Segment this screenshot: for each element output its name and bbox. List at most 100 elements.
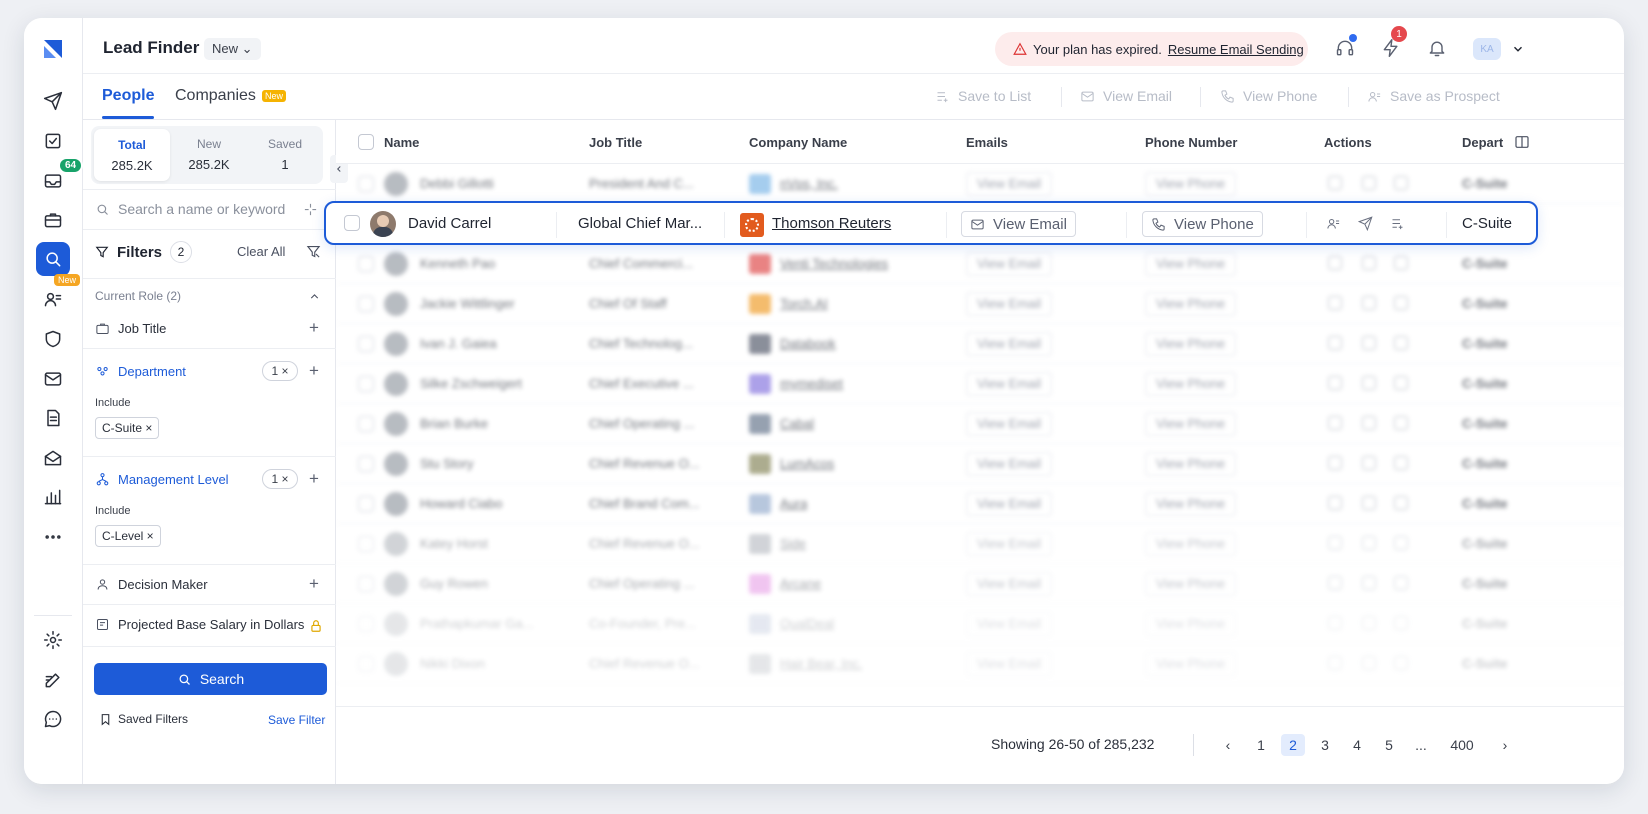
send-icon[interactable] (1362, 456, 1376, 470)
page-400[interactable]: 400 (1447, 734, 1477, 756)
col-name[interactable]: Name (384, 135, 419, 150)
edit-note-icon[interactable] (36, 663, 70, 697)
view-email-button[interactable]: View Email (966, 652, 1053, 676)
company-name-link[interactable]: Torch.AI (780, 296, 828, 311)
col-department[interactable]: Depart (1462, 135, 1503, 150)
mail-icon[interactable] (36, 362, 70, 396)
col-company[interactable]: Company Name (749, 135, 847, 150)
person-name[interactable]: Kenneth Pao (420, 256, 570, 271)
management-chip[interactable]: C-Level × (95, 525, 161, 547)
table-row[interactable]: Jackie Wittlinger Chief Of Staff Torch.AI V… (336, 284, 1624, 324)
segment-saved[interactable]: Saved 1 (247, 126, 323, 184)
company-name-link[interactable]: Aura (780, 496, 807, 511)
save-prospect-icon[interactable] (1328, 536, 1342, 550)
view-phone-button[interactable]: View Phone (1145, 412, 1237, 436)
col-actions[interactable]: Actions (1324, 135, 1372, 150)
ai-sparkle-icon[interactable] (303, 202, 318, 217)
view-email-button[interactable]: View Email (966, 532, 1053, 556)
view-email-button[interactable]: View Email (966, 252, 1053, 276)
table-row[interactable]: Ivan J. Gaiea Chief Technolog... Databook V… (336, 324, 1624, 364)
save-prospect-icon[interactable] (1328, 456, 1342, 470)
add-to-list-icon[interactable] (1394, 456, 1408, 470)
person-name[interactable]: Debbi Gillotti (420, 176, 570, 191)
company-name-link[interactable]: Venti Technologies (780, 256, 888, 271)
salary-filter[interactable]: Projected Base Salary in Dollars (95, 617, 304, 632)
view-phone-button[interactable]: View Phone (1145, 332, 1237, 356)
person-name[interactable]: Ivan J. Gaiea (420, 336, 570, 351)
bell-icon[interactable] (1427, 38, 1449, 60)
saved-filters-button[interactable]: Saved Filters (99, 712, 188, 726)
management-count-pill[interactable]: 1 × (262, 469, 298, 489)
save-as-prospect-button[interactable]: Save as Prospect (1367, 88, 1500, 104)
row-checkbox[interactable] (358, 336, 374, 352)
company-name-link[interactable]: Databook (780, 336, 836, 351)
clear-all-button[interactable]: Clear All (237, 244, 285, 259)
view-phone-toolbar-button[interactable]: View Phone (1220, 88, 1317, 104)
send-icon[interactable] (1362, 616, 1376, 630)
add-to-list-icon[interactable] (1394, 336, 1408, 350)
person-name[interactable]: Jackie Wittlinger (420, 296, 570, 311)
row-checkbox[interactable] (358, 616, 374, 632)
view-phone-button[interactable]: View Phone (1145, 532, 1237, 556)
page-3[interactable]: 3 (1313, 734, 1337, 756)
search-nav-icon[interactable] (36, 242, 70, 276)
row-checkbox[interactable] (358, 416, 374, 432)
row-checkbox[interactable] (358, 496, 374, 512)
resume-email-link[interactable]: Resume Email Sending (1168, 42, 1304, 57)
task-check-icon[interactable] (36, 124, 70, 158)
save-prospect-icon[interactable] (1328, 296, 1342, 310)
headset-icon[interactable] (1335, 34, 1357, 60)
row-checkbox[interactable] (358, 576, 374, 592)
company-name-link[interactable]: Side (780, 536, 806, 551)
save-prospect-icon[interactable] (1328, 576, 1342, 590)
row-checkbox[interactable] (344, 215, 360, 231)
save-prospect-icon[interactable] (1326, 216, 1341, 236)
page-1[interactable]: 1 (1249, 734, 1273, 756)
view-phone-button[interactable]: View Phone (1145, 492, 1237, 516)
inbox-icon[interactable]: 64 (36, 157, 84, 198)
table-row[interactable]: Prathapkumar Ga... Co-Founder, Pre... Qual… (336, 604, 1624, 644)
view-phone-button[interactable]: View Phone (1145, 292, 1237, 316)
segment-total[interactable]: Total 285.2K (94, 129, 170, 181)
page-4[interactable]: 4 (1345, 734, 1369, 756)
shield-icon[interactable] (36, 322, 70, 356)
briefcase-icon[interactable] (36, 203, 70, 237)
save-prospect-icon[interactable] (1328, 176, 1342, 190)
person-name[interactable]: Prathapkumar Ga... (420, 616, 570, 631)
select-all-checkbox[interactable] (358, 134, 374, 150)
chat-icon[interactable] (36, 702, 70, 736)
add-department-icon[interactable]: + (309, 361, 319, 381)
company-name-link[interactable]: Cabal (780, 416, 814, 431)
contacts-icon[interactable]: New (36, 274, 81, 316)
keyword-search-input[interactable]: Search a name or keyword (91, 192, 331, 226)
page-2-current[interactable]: 2 (1281, 734, 1305, 756)
department-filter[interactable]: Department (95, 364, 186, 379)
save-prospect-icon[interactable] (1328, 496, 1342, 510)
view-email-button[interactable]: View Email (966, 292, 1053, 316)
save-to-list-button[interactable]: Save to List (935, 88, 1031, 104)
settings-gear-icon[interactable] (36, 623, 70, 657)
table-row-highlighted[interactable]: David Carrel Global Chief Mar... Thomson… (324, 201, 1538, 245)
save-prospect-icon[interactable] (1328, 416, 1342, 430)
row-checkbox[interactable] (358, 376, 374, 392)
add-to-list-icon[interactable] (1394, 616, 1408, 630)
table-row[interactable]: Nikki Dixon Chief Revenue O... Hair Bear, … (336, 644, 1624, 684)
view-phone-button[interactable]: View Phone (1145, 452, 1237, 476)
table-row[interactable]: Stu Story Chief Revenue O... LumAcos View E… (336, 444, 1624, 484)
row-checkbox[interactable] (358, 456, 374, 472)
person-name[interactable]: Howard Ciabo (420, 496, 570, 511)
row-checkbox[interactable] (358, 176, 374, 192)
save-prospect-icon[interactable] (1328, 376, 1342, 390)
company-name-link[interactable]: LumAcos (780, 456, 834, 471)
company-name-link[interactable]: Thomson Reuters (772, 215, 891, 232)
view-phone-button[interactable]: View Phone (1142, 211, 1263, 237)
save-prospect-icon[interactable] (1328, 336, 1342, 350)
send-icon[interactable] (1362, 496, 1376, 510)
company-name-link[interactable]: nVps, Inc. (780, 176, 838, 191)
row-checkbox[interactable] (358, 536, 374, 552)
department-count-pill[interactable]: 1 × (262, 361, 298, 381)
send-icon[interactable] (1362, 376, 1376, 390)
add-to-list-icon[interactable] (1394, 656, 1408, 670)
chevron-up-icon[interactable] (308, 290, 321, 303)
table-row[interactable]: Kenneth Pao Chief Commerci... Venti Techno… (336, 244, 1624, 284)
